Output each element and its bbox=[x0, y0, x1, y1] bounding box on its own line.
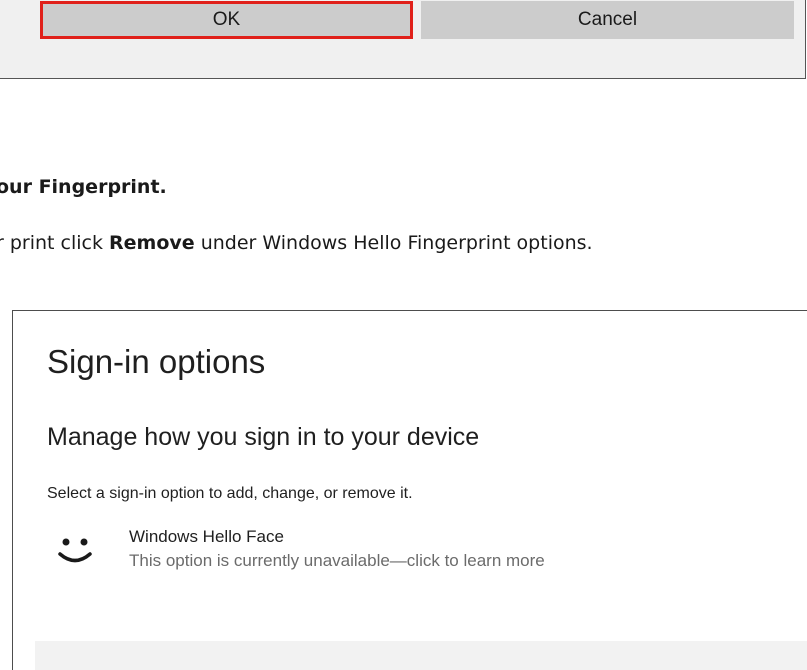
step-heading: our Fingerprint. bbox=[0, 176, 167, 198]
cancel-button[interactable]: Cancel bbox=[421, 1, 794, 39]
section-subtitle: Manage how you sign in to your device bbox=[47, 423, 480, 451]
option-name: Windows Hello Face bbox=[129, 527, 284, 546]
list-item[interactable] bbox=[35, 641, 807, 670]
step-instruction: r print click Remove under Windows Hello… bbox=[0, 232, 593, 254]
section-description: Select a sign-in option to add, change, … bbox=[47, 485, 413, 502]
instruction-prefix: r print click bbox=[0, 232, 110, 254]
option-note: This option is currently unavailable—cli… bbox=[129, 551, 545, 570]
instruction-bold-remove: Remove bbox=[109, 232, 195, 254]
cancel-button-label: Cancel bbox=[577, 9, 638, 30]
page-title: Sign-in options bbox=[47, 343, 266, 380]
sign-in-options-panel: Sign-in options Manage how you sign in t… bbox=[12, 310, 807, 670]
ok-button[interactable]: OK bbox=[40, 1, 413, 39]
ok-button-label: OK bbox=[212, 9, 241, 30]
option-windows-hello-face[interactable]: Windows Hello Face This option is curren… bbox=[43, 521, 783, 583]
confirm-dialog: OK Cancel bbox=[0, 0, 806, 79]
page: OK Cancel our Fingerprint. r print click… bbox=[0, 0, 807, 670]
instruction-suffix: under Windows Hello Fingerprint options. bbox=[194, 232, 593, 254]
face-icon bbox=[51, 529, 99, 573]
